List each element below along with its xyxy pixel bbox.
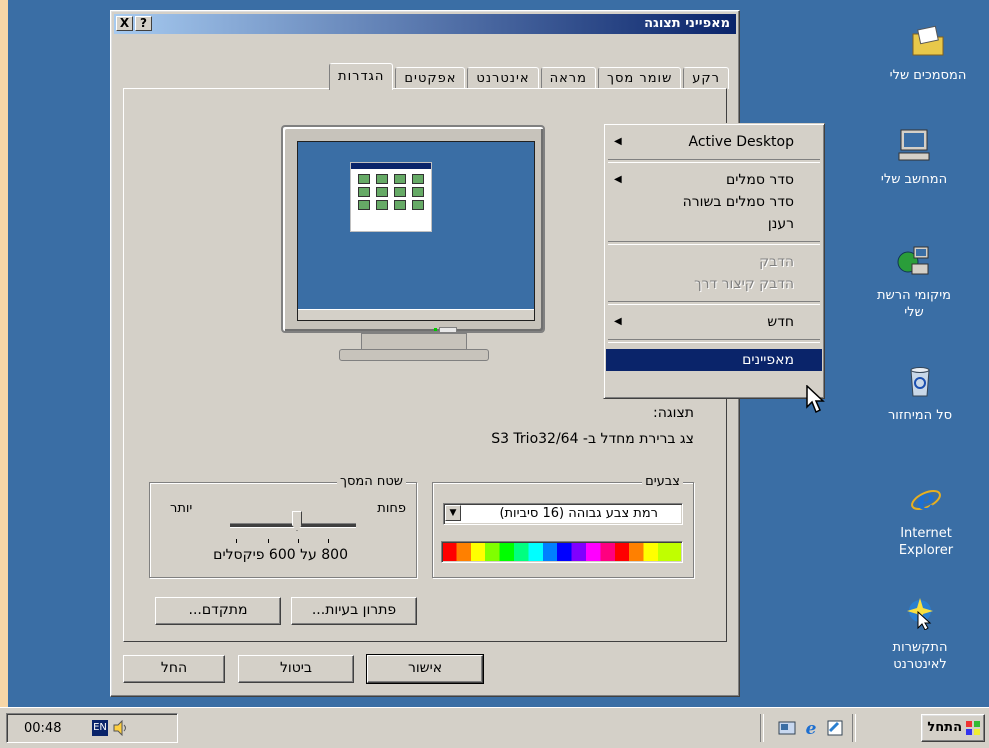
menu-item-line-up-icons[interactable]: סדר סמלים בשורה [606, 191, 822, 213]
menu-item-paste-shortcut: הדבק קיצור דרך [694, 276, 794, 292]
windows-logo-icon [966, 721, 980, 735]
network-icon [897, 246, 929, 275]
menu-item-paste: הדבק [759, 254, 794, 270]
volume-icon[interactable] [112, 720, 130, 736]
tab-web[interactable]: אינטרנט [467, 67, 539, 89]
preview-window [350, 162, 432, 232]
menu-separator [608, 241, 820, 245]
menu-item-refresh[interactable]: רענן [606, 213, 822, 235]
monitor-preview [281, 125, 561, 361]
svg-text:e: e [917, 483, 935, 516]
submenu-arrow-icon: ◀ [614, 174, 622, 185]
desktop-icon-network-places[interactable]: מיקומי הרשת שלי [866, 244, 962, 321]
desktop-context-menu: Active Desktop ◀ סדר סמלים ◀ סדר סמלים בשו… [603, 123, 825, 399]
svg-text:e: e [806, 719, 817, 737]
quicklaunch-ie-icon[interactable]: e [802, 719, 820, 737]
help-button[interactable]: ? [135, 16, 152, 31]
tab-effects[interactable]: אפקטים [395, 67, 466, 89]
quicklaunch-outlook-icon[interactable] [826, 719, 844, 737]
monitor-base [339, 349, 489, 361]
recycle-bin-icon [910, 367, 930, 397]
ok-button[interactable]: אישור [366, 654, 484, 684]
language-indicator[interactable]: EN [92, 720, 108, 736]
advanced-button[interactable]: מתקדם... [155, 597, 281, 625]
desktop-icon-recycle-bin[interactable]: סל המיחזור [872, 364, 968, 424]
mouse-pointer-icon [806, 385, 825, 414]
title-bar[interactable]: מאפייני תצוגה X ? [114, 14, 736, 34]
taskbar-separator [760, 714, 764, 742]
menu-separator [608, 339, 820, 343]
slider-less-label: פחות [377, 501, 406, 516]
computer-icon [898, 129, 930, 161]
tab-screen-saver[interactable]: שומר מסך [597, 67, 682, 89]
menu-item-active-desktop[interactable]: Active Desktop ◀ [606, 131, 822, 153]
menu-separator [608, 159, 820, 163]
colors-legend: צבעים [642, 474, 683, 489]
internet-explorer-icon: e [911, 483, 941, 516]
color-spectrum [441, 541, 683, 563]
menu-item-arrange-icons[interactable]: סדר סמלים ◀ [606, 169, 822, 191]
colors-group: צבעים רמת צבע גבוהה (16 סיביות) ▼ [432, 474, 694, 578]
start-button[interactable]: התחל [921, 714, 985, 742]
slider-tick [236, 539, 237, 543]
resolution-slider-thumb[interactable] [292, 511, 302, 531]
tab-background[interactable]: רקע [683, 67, 729, 89]
show-desktop-icon[interactable] [778, 719, 796, 737]
apply-button[interactable]: החל [123, 655, 225, 683]
close-button[interactable]: X [116, 16, 133, 31]
color-depth-select[interactable]: רמת צבע גבוהה (16 סיביות) ▼ [443, 503, 683, 525]
slider-tick [268, 539, 269, 543]
desktop-icon-internet-explorer[interactable]: e Internet Explorer [878, 482, 974, 559]
submenu-arrow-icon: ◀ [614, 136, 622, 147]
resolution-label: 800 על 600 פיקסלים [213, 547, 348, 563]
connect-internet-icon [907, 598, 933, 631]
menu-separator [608, 301, 820, 305]
desktop-icon-my-computer[interactable]: המחשב שלי [866, 128, 962, 188]
clock[interactable]: 00:48 [24, 721, 61, 736]
monitor-case [281, 125, 545, 333]
desktop-icon-connect-internet[interactable]: התקשרות לאינטרנט [872, 596, 968, 673]
menu-item-properties[interactable]: מאפיינים [606, 349, 822, 371]
slider-more-label: יותר [170, 501, 193, 516]
cancel-button[interactable]: ביטול [238, 655, 354, 683]
slider-tick [328, 539, 329, 543]
submenu-arrow-icon: ◀ [614, 316, 622, 327]
dropdown-arrow-icon[interactable]: ▼ [445, 505, 461, 521]
start-label: התחל [927, 720, 962, 735]
monitor-screen [297, 141, 535, 321]
desktop-icon-my-documents[interactable]: המסמכים שלי [880, 24, 976, 84]
taskbar-separator [852, 714, 856, 742]
screen-area-group: שטח המסך פחות יותר 800 על 600 פיקסלים [149, 474, 417, 578]
display-label: תצוגה: [653, 405, 694, 421]
troubleshoot-button[interactable]: פתרון בעיות... [291, 597, 417, 625]
tab-appearance[interactable]: מראה [540, 67, 596, 89]
tab-strip: רקע שומר מסך מראה אינטרנט אפקטים הגדרות [327, 63, 729, 90]
folder-documents-icon [912, 25, 944, 56]
color-depth-value: רמת צבע גבוהה (16 סיביות) [499, 506, 658, 521]
display-adapter: צג ברירת מחדל ב- S3 Trio32/64 [491, 431, 694, 447]
preview-taskbar [298, 309, 534, 320]
window-title: מאפייני תצוגה [644, 16, 730, 31]
taskbar: 00:48 EN e התחל [0, 707, 989, 748]
slider-tick [298, 539, 299, 543]
screen-area-legend: שטח המסך [336, 474, 406, 489]
menu-item-new[interactable]: חדש ◀ [606, 311, 822, 333]
tab-settings[interactable]: הגדרות [329, 63, 394, 90]
